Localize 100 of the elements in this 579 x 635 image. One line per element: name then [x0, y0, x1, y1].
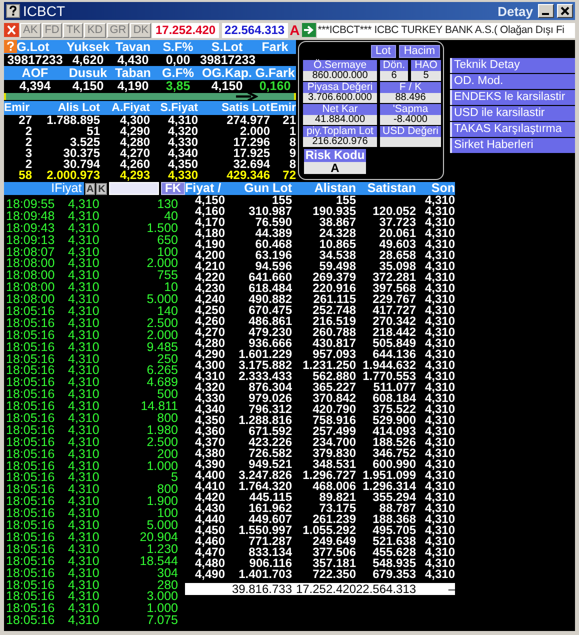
table-cell: 261.115 [313, 292, 356, 306]
field-label: Dön. [380, 60, 408, 71]
column-header: Satis Lot [220, 101, 270, 115]
trade-time: 18:05:16 [5, 483, 56, 496]
column-header: Tavan [115, 40, 151, 54]
table-cell: 20.061 [379, 226, 416, 240]
stat-value: 39817233 [200, 53, 256, 67]
trade-time: 18:05:16 [5, 340, 56, 353]
help-icon[interactable] [6, 4, 20, 18]
table-cell: 423.226 [248, 435, 292, 449]
trade-lot: 1.980 [146, 424, 178, 436]
table-cell: 641.660 [248, 270, 292, 284]
sort-button[interactable]: A [84, 182, 96, 194]
trade-price: 4,310 [68, 388, 100, 400]
trade-lot: 1.900 [146, 495, 178, 508]
trade-time: 18:05:16 [5, 590, 56, 602]
table-cell: 679.353 [372, 567, 416, 581]
table-cell-text: 51 [86, 126, 100, 137]
toggle-button[interactable]: Lot [370, 45, 396, 58]
trade-price: 4,310 [68, 460, 100, 472]
trade-price: 4,310 [68, 305, 100, 317]
table-cell: 397.568 [372, 281, 416, 295]
column-header: IFiyat [4, 182, 84, 195]
trade-time: 18:05:16 [5, 316, 56, 329]
menu-button[interactable]: TAKAS Karşılaştırma [450, 122, 575, 137]
field-value: -8.4000 [380, 115, 441, 125]
trade-price: 4,310 [68, 210, 100, 222]
filter-button[interactable]: FK [161, 182, 186, 195]
menu-button[interactable]: ENDEKS le karsilastir [450, 90, 575, 105]
table-cell: 608.184 [372, 391, 416, 405]
trade-price: 4,310 [68, 234, 100, 246]
column-header: Emir [4, 101, 31, 115]
table-cell: 796.312 [248, 402, 292, 416]
table-cell: 979.026 [248, 391, 292, 405]
table-cell: 1.288.816 [238, 413, 292, 427]
column-header: Alis Lot [56, 101, 100, 115]
minimize-icon[interactable] [538, 4, 554, 18]
table-cell: 949.521 [248, 457, 292, 471]
trade-price: 4,310 [68, 542, 100, 555]
table-cell-text: 2 [24, 137, 32, 148]
trade-lot: 755 [156, 269, 178, 282]
trade-lot: 304 [156, 566, 178, 578]
ask-total: 22.564.313 [222, 22, 288, 38]
table-cell: 257.499 [312, 424, 356, 438]
menu-button[interactable]: OD. Mod. [450, 74, 575, 89]
trade-lot: 2.000 [146, 257, 178, 270]
trade-lot: 5 [171, 471, 178, 484]
table-cell: 377.506 [312, 545, 356, 559]
table-cell: 375.522 [372, 402, 416, 416]
table-cell: 44.389 [255, 226, 292, 240]
trade-time: 18:05:16 [5, 400, 56, 412]
field-label: Ö.Sermaye [303, 60, 377, 71]
table-cell: 1.764.320 [238, 479, 292, 493]
trade-price: 4,310 [68, 448, 100, 460]
table-cell: 370.842 [312, 391, 356, 405]
table-cell: 188.526 [372, 435, 416, 449]
table-cell: 161.962 [248, 501, 292, 515]
trade-price: 4,310 [68, 566, 100, 578]
sort-button[interactable]: K [96, 182, 108, 194]
table-cell-text: 2 [24, 126, 32, 137]
trade-time: 18:05:16 [5, 471, 56, 484]
trade-price: 4,310 [68, 554, 100, 567]
trade-lot: 500 [157, 388, 178, 400]
total-cell-text: 4,330 [166, 170, 198, 181]
trade-lot: 250 [157, 352, 178, 364]
menu-button[interactable]: Teknik Detay [450, 58, 575, 73]
trade-lot: 3.000 [146, 590, 178, 602]
menu-button[interactable]: Sirket Haberleri [450, 138, 575, 153]
menu-button[interactable]: USD ile karsilastir [450, 106, 575, 121]
risk-label: Risk Kodu [304, 149, 366, 162]
stat-value: 4,620 [72, 53, 104, 67]
field-value: 216.620.976 [303, 137, 377, 147]
close-icon[interactable] [557, 4, 573, 18]
trade-price: 4,310 [68, 530, 100, 543]
trade-time: 18:05:16 [5, 460, 56, 472]
table-cell: 414.093 [372, 424, 416, 438]
field-value: 88.496 [380, 93, 441, 103]
trade-lot: 100 [157, 246, 178, 258]
trade-time: 18:09:13 [5, 234, 56, 246]
table-cell: 120.052 [372, 204, 416, 218]
table-cell: 270.342 [372, 314, 416, 328]
table-cell: 34.538 [319, 248, 356, 262]
table-cell: 495.705 [372, 523, 416, 537]
trade-lot: 5.000 [146, 293, 178, 306]
arrow-icon[interactable] [302, 23, 316, 37]
filter-field[interactable] [109, 182, 160, 195]
table-cell: 618.484 [248, 281, 292, 295]
table-cell: 957.093 [312, 347, 356, 361]
table-cell: 417.727 [372, 303, 416, 317]
column-header: Yuksek [66, 40, 110, 54]
table-cell-text: 17.925 [232, 148, 270, 159]
toggle-button[interactable]: Hacim [398, 45, 440, 58]
field-label: piy.Toplam Lot [303, 126, 377, 137]
trade-price: 4,310 [68, 471, 100, 484]
trade-time: 18:05:16 [5, 507, 56, 520]
table-cell-text: 30.375 [62, 148, 100, 159]
table-cell: 1.401.703 [238, 567, 292, 581]
table-cell: 511.077 [373, 380, 416, 394]
table-cell: 3.175.882 [238, 358, 292, 372]
table-cell: 505.849 [372, 336, 416, 350]
